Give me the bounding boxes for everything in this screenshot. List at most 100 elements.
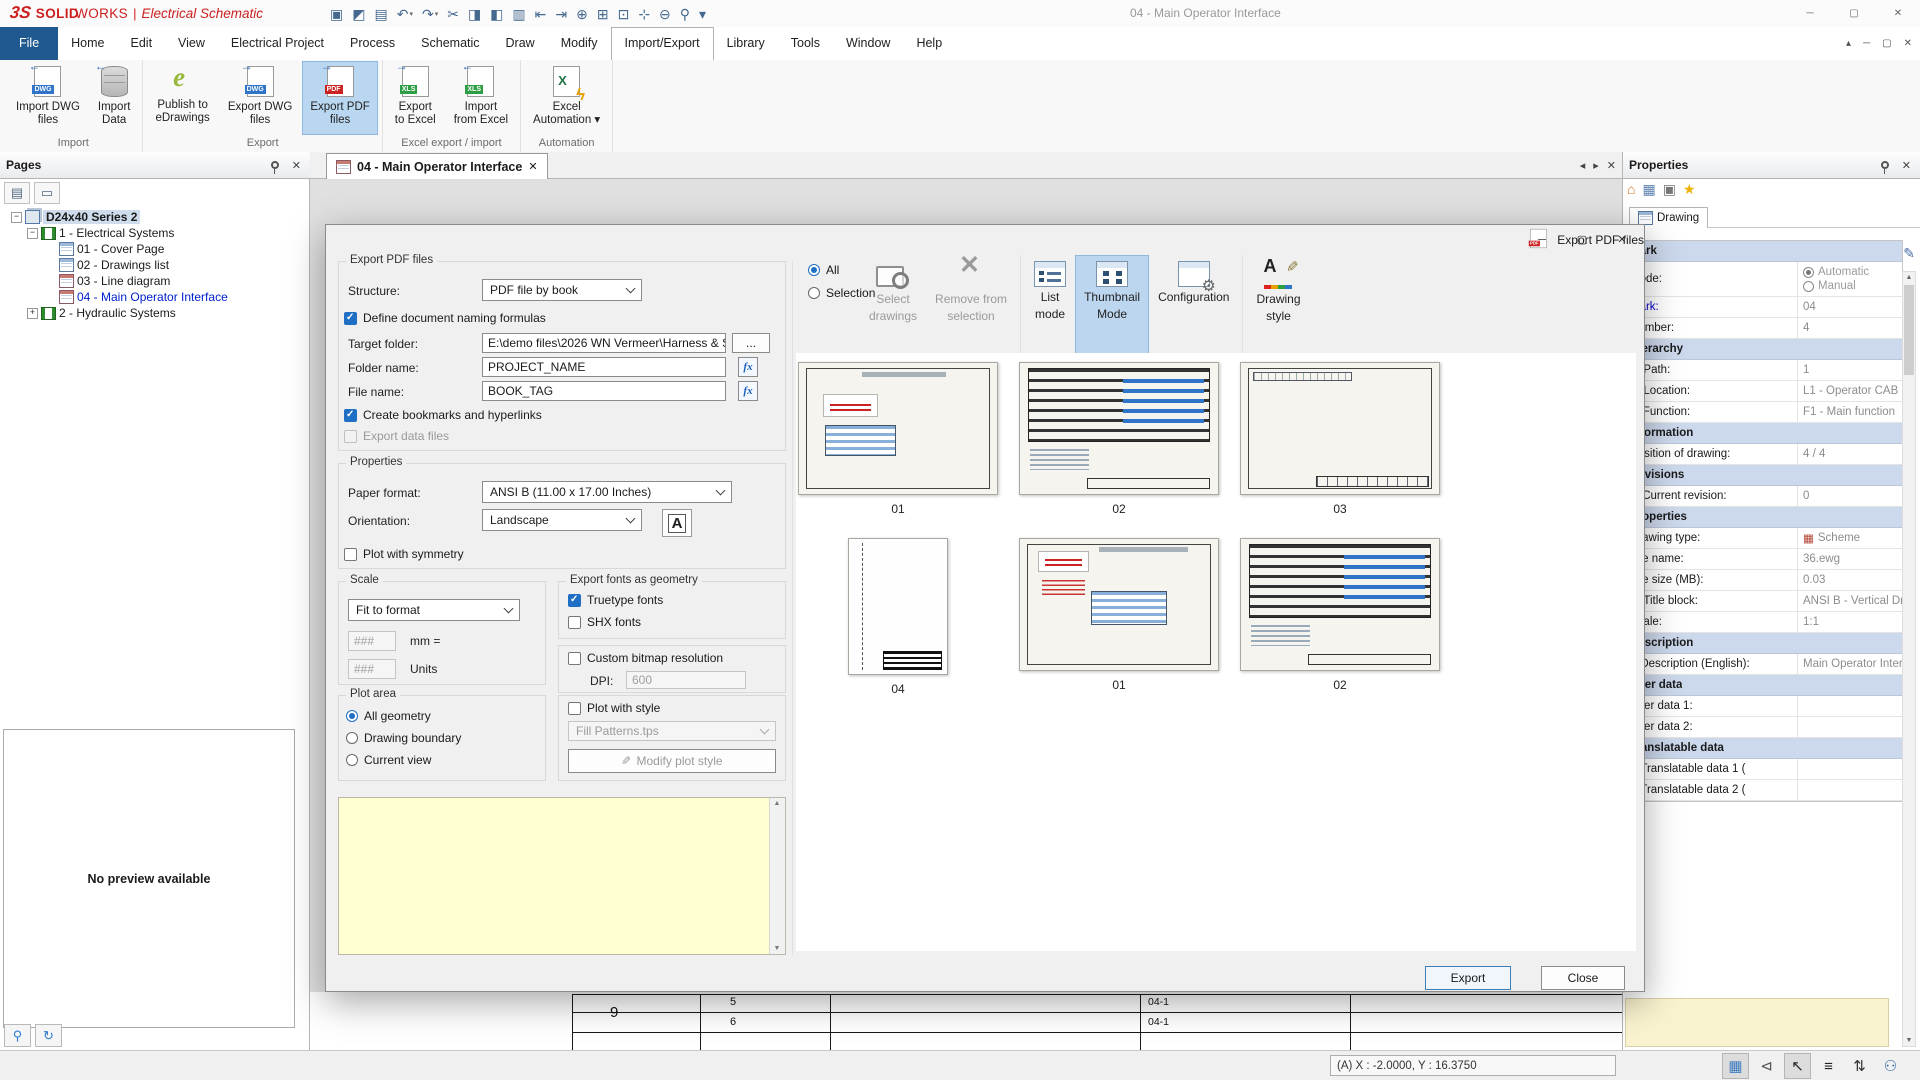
memo-scrollbar[interactable]: ▲ ▼ [769, 798, 785, 954]
file-name-field[interactable]: BOOK_TAG [482, 381, 726, 401]
scale-dropdown[interactable]: Fit to format [348, 599, 520, 621]
document-tab[interactable]: 04 - Main Operator Interface ✕ [326, 153, 548, 179]
plot-with-style-checkbox[interactable]: Plot with style [568, 701, 660, 715]
tree-item[interactable]: 01 - Cover Page [2, 241, 307, 257]
customize-toolbar-icon[interactable]: ▾ [699, 7, 706, 21]
drawing-thumbnail[interactable]: 01 [797, 362, 999, 516]
property-row-mode[interactable]: Mode: Automatic Manual [1626, 262, 1902, 297]
export-pdf-files-button[interactable]: PDF Export PDFfiles [302, 61, 377, 135]
drawing-boundary-radio[interactable]: Drawing boundary [346, 731, 461, 745]
line-weight-icon[interactable]: ≡ [1815, 1053, 1842, 1079]
zoom-previous-icon[interactable]: ⊖ [659, 7, 671, 21]
dialog-maximize-button[interactable]: ▢ [1562, 225, 1602, 254]
property-row-file-size[interactable]: File size (MB): 0.03 [1626, 570, 1902, 591]
tab-modify[interactable]: Modify [548, 27, 611, 60]
copy-properties-icon[interactable]: ◧ [490, 7, 503, 21]
scroll-up-icon[interactable]: ▲ [770, 800, 784, 807]
dialog-title-bar[interactable]: PDF Export PDF files ─▢✕ [326, 225, 1644, 255]
close-icon[interactable]: ✕ [1904, 38, 1912, 49]
property-row-file-name[interactable]: File name: 36.ewg [1626, 549, 1902, 570]
export-dwg-files-button[interactable]: DWG Export DWGfiles [220, 61, 301, 135]
tab-schematic[interactable]: Schematic [408, 27, 492, 60]
select-drawings-button[interactable]: Selectdrawings [860, 255, 926, 354]
tree-item[interactable]: 1 - Electrical Systems [2, 225, 307, 241]
property-row-description-english[interactable]: A Description (English): Main Operator I… [1626, 654, 1902, 675]
tab-edit[interactable]: Edit [118, 27, 166, 60]
cursor-icon[interactable]: ↖ [1784, 1053, 1811, 1079]
tree-item[interactable]: 2 - Hydraulic Systems [2, 305, 307, 321]
property-row-position-of-drawing[interactable]: Position of drawing: 4 / 4 [1626, 444, 1902, 465]
tree-expander[interactable] [27, 228, 38, 239]
section-header-properties[interactable]: Properties [1626, 507, 1902, 528]
thumbnail-mode-button[interactable]: ThumbnailMode [1075, 255, 1149, 354]
tree-expander[interactable] [27, 308, 38, 319]
truetype-fonts-checkbox[interactable]: Truetype fonts [568, 593, 663, 607]
formula-button[interactable]: fx [738, 381, 758, 401]
paper-format-dropdown[interactable]: ANSI B (11.00 x 17.00 Inches) [482, 481, 732, 503]
export-page-icon[interactable]: ⇥ [555, 7, 567, 21]
configuration-button[interactable]: Configuration [1149, 255, 1238, 354]
radio-manual[interactable] [1803, 281, 1814, 292]
scroll-down-icon[interactable]: ▼ [770, 945, 784, 952]
zoom-window-icon[interactable]: ⊞ [597, 7, 609, 21]
property-row-translatable-data-1[interactable]: A Translatable data 1 ( [1626, 759, 1902, 780]
cone-filter-icon[interactable]: ⊲ [1753, 1053, 1780, 1079]
zoom-in-icon[interactable]: ⊕ [576, 7, 588, 21]
close-tab-icon[interactable]: ✕ [528, 160, 537, 173]
section-header-translatable-data[interactable]: Translatable data [1626, 738, 1902, 759]
maximize-button[interactable]: ▢ [1832, 0, 1876, 27]
pan-icon[interactable]: ⊹ [638, 7, 650, 21]
scroll-down-icon[interactable]: ▼ [1903, 1037, 1915, 1044]
cut-icon[interactable]: ✂ [447, 7, 459, 21]
property-row-user-data-2[interactable]: User data 2: [1626, 717, 1902, 738]
all-geometry-radio[interactable]: All geometry [346, 709, 431, 723]
export-to-excel-button[interactable]: XLS Exportto Excel [387, 61, 444, 135]
list-mode-button[interactable]: Listmode [1025, 255, 1075, 354]
archive-icon[interactable]: ▣ [1663, 182, 1676, 196]
dialog-close-button[interactable]: ✕ [1602, 225, 1642, 254]
new-window-icon[interactable]: ▣ [330, 7, 343, 21]
tab-tools[interactable]: Tools [778, 27, 833, 60]
preview-toggle-icon[interactable]: ⚲ [4, 1024, 31, 1047]
section-header-description[interactable]: Description [1626, 633, 1902, 654]
undo-icon[interactable]: ↶▾ [397, 7, 413, 21]
tree-item[interactable]: 03 - Line diagram [2, 273, 307, 289]
plot-symmetry-checkbox[interactable]: Plot with symmetry [344, 547, 464, 561]
property-row-scale[interactable]: Scale: 1:1 [1626, 612, 1902, 633]
minimize-icon[interactable]: ─ [1863, 38, 1870, 49]
redo-icon[interactable]: ↷▾ [422, 7, 438, 21]
section-header-hierarchy[interactable]: Hierarchy [1626, 339, 1902, 360]
property-row-current-revision[interactable]: ✔ Current revision: 0 [1626, 486, 1902, 507]
import-dwg-files-button[interactable]: DWG Import DWGfiles [8, 61, 88, 135]
close-panel-button[interactable]: ✕ [1899, 159, 1914, 172]
drawing-thumbnail[interactable]: 02 [1239, 538, 1441, 696]
scroll-up-icon[interactable]: ▲ [1903, 274, 1915, 281]
close-button[interactable]: ✕ [1876, 0, 1920, 27]
shx-fonts-checkbox[interactable]: SHX fonts [568, 615, 641, 629]
drawing-thumbnail[interactable]: 01 [1018, 538, 1220, 696]
tab-home[interactable]: Home [58, 27, 117, 60]
tab-draw[interactable]: Draw [493, 27, 548, 60]
paste-icon[interactable]: ▥ [512, 7, 525, 21]
search-icon[interactable]: ⚲ [680, 7, 690, 21]
structure-dropdown[interactable]: PDF file by book [482, 279, 642, 301]
folder-name-field[interactable]: PROJECT_NAME [482, 357, 726, 377]
tab-window[interactable]: Window [833, 27, 903, 60]
browse-button[interactable]: ... [732, 333, 770, 353]
tree-item[interactable]: D24x40 Series 2 [2, 209, 307, 225]
target-folder-field[interactable]: E:\demo files\2026 WN Vermeer\Harness & … [482, 333, 726, 353]
tree-expander[interactable] [11, 212, 22, 223]
tree-item[interactable]: 02 - Drawings list [2, 257, 307, 273]
export-button[interactable]: Export [1425, 966, 1511, 990]
drawing-style-button[interactable]: Drawingstyle [1247, 255, 1309, 354]
property-row-title-block[interactable]: ▦ Title block: ANSI B - Vertical Drawing… [1626, 591, 1902, 612]
excel-automation-button[interactable]: ExcelAutomation ▾ [525, 61, 608, 135]
drawing-thumbnail[interactable]: 04 [797, 538, 999, 696]
property-row-number[interactable]: Number: 4 [1626, 318, 1902, 339]
tab-import-export[interactable]: Import/Export [611, 27, 714, 60]
tab-process[interactable]: Process [337, 27, 408, 60]
scroll-left-icon[interactable]: ◂ [1580, 159, 1586, 172]
grid-view-icon[interactable]: ▦ [1642, 182, 1655, 196]
section-header-information[interactable]: Information [1626, 423, 1902, 444]
section-header-user-data[interactable]: User data [1626, 675, 1902, 696]
